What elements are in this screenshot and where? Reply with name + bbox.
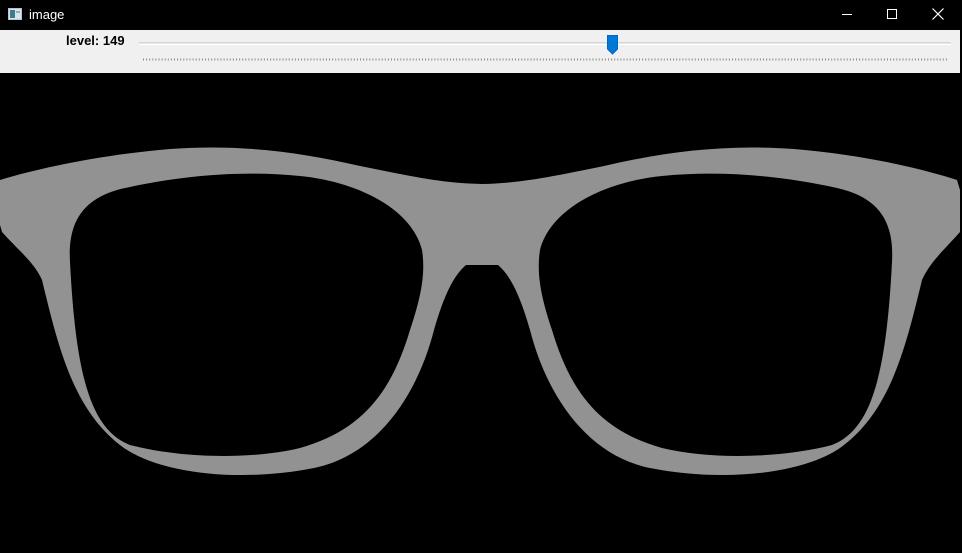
minimize-icon	[842, 14, 852, 15]
eyeglasses-shape	[0, 147, 960, 476]
level-slider-thumb[interactable]	[607, 35, 618, 55]
opencv-image-window: image level: 149	[0, 0, 962, 553]
trackbar-label: level: 149	[66, 33, 125, 48]
slider-tick-marks	[143, 58, 948, 61]
maximize-icon	[887, 9, 897, 19]
trackbar-panel: level: 149	[0, 30, 962, 73]
app-window-icon	[8, 8, 22, 20]
close-icon	[932, 8, 944, 20]
minimize-button[interactable]	[824, 0, 870, 30]
window-title: image	[29, 7, 65, 22]
close-button[interactable]	[916, 0, 962, 30]
maximize-button[interactable]	[870, 0, 916, 30]
title-bar[interactable]: image	[0, 0, 962, 30]
image-canvas	[0, 73, 962, 553]
level-slider-track[interactable]	[139, 42, 951, 45]
